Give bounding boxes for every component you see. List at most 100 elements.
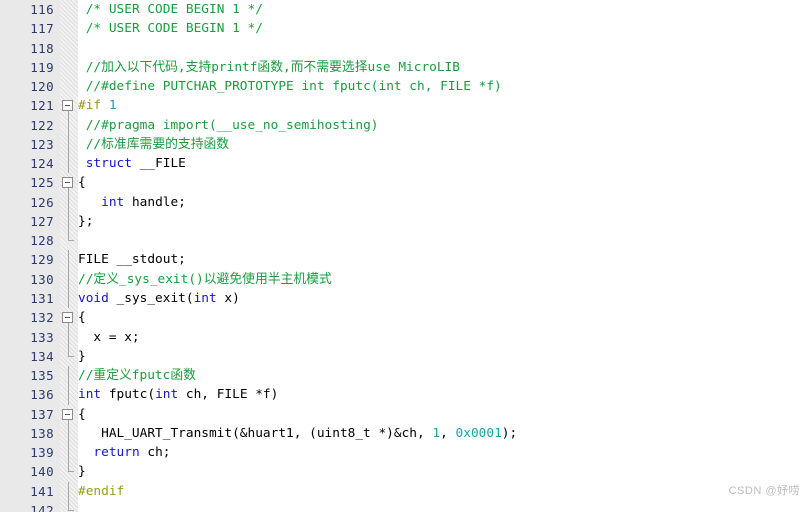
- code-line[interactable]: 120 //#define PUTCHAR_PROTOTYPE int fput…: [0, 77, 810, 96]
- code-token: //#pragma import(__use_no_semihosting): [85, 117, 379, 133]
- code-text: {: [78, 308, 86, 327]
- line-change-highlight: [78, 347, 810, 366]
- fold-guide-line: [68, 250, 69, 270]
- line-change-highlight: [78, 212, 810, 231]
- code-editor[interactable]: 116 /* USER CODE BEGIN 1 */117 /* USER C…: [0, 0, 810, 512]
- fold-cell: [60, 192, 78, 212]
- fold-collapse-icon[interactable]: [62, 408, 73, 420]
- code-line[interactable]: 131 void _sys_exit(int x): [0, 288, 810, 309]
- line-number: 127: [30, 213, 54, 229]
- code-line[interactable]: 126 int handle;: [0, 192, 810, 212]
- code-line[interactable]: 139 return ch;: [0, 443, 810, 463]
- fold-cell: [60, 500, 78, 512]
- line-change-highlight: [78, 405, 810, 424]
- fold-cell[interactable]: [60, 308, 78, 328]
- line-change-highlight: [78, 173, 810, 192]
- fold-end-elbow: [68, 509, 74, 511]
- line-number: 136: [30, 387, 54, 403]
- code-line[interactable]: 130 //定义_sys_exit()以避免使用半主机模式: [0, 269, 810, 289]
- line-number: 119: [30, 59, 54, 75]
- code-line[interactable]: 128: [0, 231, 810, 250]
- fold-guide-line: [68, 115, 69, 135]
- code-text: HAL_UART_Transmit(&huart1, (uint8_t *)&c…: [78, 424, 517, 443]
- fold-guide-line: [68, 154, 69, 174]
- code-token: FILE __stdout;: [78, 252, 186, 268]
- fold-cell: [60, 58, 78, 77]
- code-line[interactable]: 142: [0, 500, 810, 512]
- code-line[interactable]: 116 /* USER CODE BEGIN 1 */: [0, 0, 810, 19]
- fold-cell[interactable]: [60, 405, 78, 424]
- fold-cell: [60, 39, 78, 58]
- code-line[interactable]: 125 {: [0, 173, 810, 193]
- fold-cell: [60, 288, 78, 309]
- code-line[interactable]: 137 {: [0, 405, 810, 424]
- code-token: ,: [440, 425, 456, 441]
- code-line[interactable]: 135 //重定义fputc函数: [0, 366, 810, 386]
- fold-cell: [60, 366, 78, 386]
- code-text: //#pragma import(__use_no_semihosting): [78, 116, 379, 135]
- line-number: 135: [30, 368, 54, 384]
- code-line[interactable]: 123 //标准库需要的支持函数: [0, 134, 810, 155]
- code-line[interactable]: 129 FILE __stdout;: [0, 250, 810, 270]
- code-text: #if 1: [78, 96, 117, 115]
- code-line[interactable]: 121 #if 1: [0, 96, 810, 116]
- code-line[interactable]: 118: [0, 39, 810, 58]
- code-token: struct: [85, 156, 132, 172]
- code-token: int: [155, 387, 179, 403]
- line-number: 139: [30, 445, 54, 461]
- fold-guide-line: [68, 269, 69, 289]
- fold-guide-line: [68, 134, 69, 155]
- code-token: {: [78, 406, 86, 422]
- code-token: 1: [432, 425, 441, 441]
- code-text: }: [78, 462, 86, 481]
- code-text: };: [78, 212, 93, 231]
- code-line[interactable]: 124 struct __FILE: [0, 154, 810, 174]
- code-line[interactable]: 141 #endif: [0, 481, 810, 501]
- fold-collapse-icon[interactable]: [62, 312, 73, 324]
- line-change-highlight: [78, 96, 810, 115]
- csdn-watermark: CSDN @妤唠: [728, 485, 800, 497]
- line-number: 118: [30, 40, 54, 56]
- code-line[interactable]: 136 int fputc(int ch, FILE *f): [0, 385, 810, 405]
- code-token: #endif: [78, 483, 125, 499]
- code-line[interactable]: 132 {: [0, 308, 810, 328]
- line-number: 123: [30, 136, 54, 152]
- code-token: //#define PUTCHAR_PROTOTYPE int fputc(in…: [85, 79, 502, 95]
- code-text: int fputc(int ch, FILE *f): [78, 385, 278, 404]
- code-line[interactable]: 127};: [0, 211, 810, 232]
- code-text: return ch;: [78, 443, 170, 462]
- code-line[interactable]: 133 x = x;: [0, 327, 810, 347]
- code-line[interactable]: 140}: [0, 462, 810, 481]
- code-text: //#define PUTCHAR_PROTOTYPE int fputc(in…: [78, 77, 502, 96]
- code-line[interactable]: 122 //#pragma import(__use_no_semihostin…: [0, 115, 810, 135]
- line-change-highlight: [78, 250, 810, 269]
- fold-cell[interactable]: [60, 96, 78, 116]
- code-token: //定义_sys_exit()以避免使用半主机模式: [78, 271, 332, 287]
- fold-collapse-icon[interactable]: [62, 100, 73, 112]
- fold-guide-line: [68, 443, 69, 463]
- fold-cell[interactable]: [60, 173, 78, 193]
- code-text: struct __FILE: [78, 154, 186, 173]
- code-line[interactable]: 134}: [0, 346, 810, 366]
- code-text: int handle;: [78, 193, 186, 212]
- code-token: handle;: [124, 194, 186, 210]
- fold-guide-line: [68, 366, 69, 386]
- fold-cell: [60, 462, 78, 481]
- code-line[interactable]: 138 HAL_UART_Transmit(&huart1, (uint8_t …: [0, 423, 810, 444]
- code-line[interactable]: 117 /* USER CODE BEGIN 1 */: [0, 19, 810, 38]
- code-token: );: [501, 425, 518, 441]
- fold-collapse-icon[interactable]: [62, 177, 73, 189]
- fold-cell: [60, 0, 78, 19]
- code-line[interactable]: 119 //加入以下代码,支持printf函数,而不需要选择use MicroL…: [0, 58, 810, 77]
- line-number: 134: [30, 348, 54, 364]
- code-token: ch, FILE *f): [178, 387, 279, 403]
- line-number: 121: [30, 98, 54, 114]
- line-number: 116: [30, 2, 54, 17]
- code-text: FILE __stdout;: [78, 250, 186, 269]
- line-number: 125: [30, 175, 54, 191]
- code-token: int: [78, 387, 102, 403]
- code-token: }: [78, 348, 86, 364]
